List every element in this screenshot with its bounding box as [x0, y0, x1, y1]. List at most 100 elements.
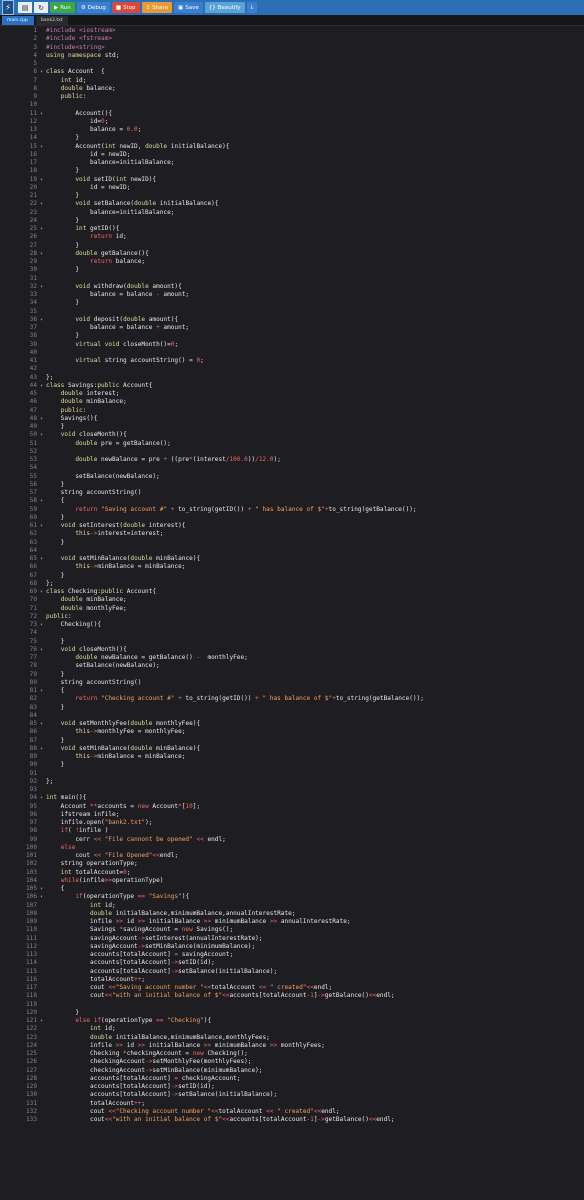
- code-line[interactable]: 7 int id;: [0, 77, 584, 85]
- code-line[interactable]: 54: [0, 464, 584, 472]
- code-line[interactable]: 70 double minBalance;: [0, 596, 584, 604]
- code-line[interactable]: 36 ▾ void deposit(double amount){: [0, 316, 584, 324]
- code-line[interactable]: 98 if( !infile ): [0, 827, 584, 835]
- code-line[interactable]: 75 }: [0, 638, 584, 646]
- code-line[interactable]: 34 }: [0, 299, 584, 307]
- code-line[interactable]: 14 }: [0, 134, 584, 142]
- code-line[interactable]: 122 int id;: [0, 1025, 584, 1033]
- code-line[interactable]: 13 balance = 0.0;: [0, 126, 584, 134]
- code-line[interactable]: 78 setBalance(newBalance);: [0, 662, 584, 670]
- code-line[interactable]: 128 accounts[totalAccount] = checkingAcc…: [0, 1075, 584, 1083]
- code-line[interactable]: 68};: [0, 580, 584, 588]
- code-line[interactable]: 72 public:: [0, 613, 584, 621]
- code-editor[interactable]: 1 #include <iostream> 2 #include <fstream> 3…: [0, 27, 584, 1200]
- code-line[interactable]: 81 ▾ {: [0, 687, 584, 695]
- code-line[interactable]: 108 double initialBalance,minimumBalance…: [0, 910, 584, 918]
- code-line[interactable]: 87 }: [0, 737, 584, 745]
- code-line[interactable]: 109 infile >> id >> initialBalance >> mi…: [0, 918, 584, 926]
- code-line[interactable]: 38 }: [0, 332, 584, 340]
- save-button[interactable]: ▣ Save: [174, 2, 203, 13]
- code-line[interactable]: 23 balance=initialBalance;: [0, 209, 584, 217]
- code-line[interactable]: 111 savingAccount->setInterest(annualInt…: [0, 935, 584, 943]
- code-line[interactable]: 50 ▾ void closeMonth(){: [0, 431, 584, 439]
- code-line[interactable]: 56 }: [0, 481, 584, 489]
- code-line[interactable]: 130 accounts[totalAccount]->setBalance(i…: [0, 1091, 584, 1099]
- code-line[interactable]: 105 ▾ {: [0, 885, 584, 893]
- code-line[interactable]: 17 balance=initialBalance;: [0, 159, 584, 167]
- code-line[interactable]: 82 return "Checking account #" + to_stri…: [0, 695, 584, 703]
- code-line[interactable]: 21 }: [0, 192, 584, 200]
- code-line[interactable]: 69 ▾ class Checking:public Account{: [0, 588, 584, 596]
- code-line[interactable]: 94 ▾ int main(){: [0, 794, 584, 802]
- code-line[interactable]: 42: [0, 365, 584, 373]
- run-button[interactable]: ▶ Run: [50, 2, 75, 13]
- code-line[interactable]: 66 this->minBalance = minBalance;: [0, 563, 584, 571]
- code-line[interactable]: 118 cout<<"with an initial balance of $"…: [0, 992, 584, 1000]
- code-line[interactable]: 80 string accountString(): [0, 679, 584, 687]
- code-line[interactable]: 4 using namespace std;: [0, 52, 584, 60]
- code-line[interactable]: 53 double newBalance = pre + ((pre*(inte…: [0, 456, 584, 464]
- code-line[interactable]: 77 double newBalance = getBalance() - mo…: [0, 654, 584, 662]
- code-line[interactable]: 49 }: [0, 423, 584, 431]
- beautify-button[interactable]: {} Beautify: [204, 2, 245, 13]
- code-line[interactable]: 110 Savings *savingAccount = new Savings…: [0, 926, 584, 934]
- code-line[interactable]: 73 ▾ Checking(){: [0, 621, 584, 629]
- code-line[interactable]: 59 return "Saving account #" + to_string…: [0, 506, 584, 514]
- code-line[interactable]: 52: [0, 448, 584, 456]
- new-file-button[interactable]: ▤: [18, 2, 32, 13]
- tab-main-cpp[interactable]: main.cpp: [2, 16, 34, 25]
- code-line[interactable]: 74: [0, 629, 584, 637]
- code-line[interactable]: 55 setBalance(newBalance);: [0, 473, 584, 481]
- code-line[interactable]: 100 else: [0, 844, 584, 852]
- share-button[interactable]: ⇪ Share: [141, 2, 173, 13]
- code-line[interactable]: 2 #include <fstream>: [0, 35, 584, 43]
- code-line[interactable]: 35: [0, 308, 584, 316]
- code-line[interactable]: 114 accounts[totalAccount]->setID(id);: [0, 959, 584, 967]
- code-line[interactable]: 58 ▾ {: [0, 497, 584, 505]
- code-line[interactable]: 60 }: [0, 514, 584, 522]
- code-line[interactable]: 85 ▾ void setMonthlyFee(double monthlyFee…: [0, 720, 584, 728]
- code-line[interactable]: 19 ▾ void setID(int newID){: [0, 176, 584, 184]
- code-line[interactable]: 46 double minBalance;: [0, 398, 584, 406]
- code-line[interactable]: 33 balance = balance - amount;: [0, 291, 584, 299]
- code-line[interactable]: 92};: [0, 778, 584, 786]
- code-line[interactable]: 133 cout<<"with an initial balance of $"…: [0, 1116, 584, 1124]
- code-line[interactable]: 64: [0, 547, 584, 555]
- code-line[interactable]: 57 string accountString(): [0, 489, 584, 497]
- code-line[interactable]: 115 accounts[totalAccount]->setBalance(i…: [0, 968, 584, 976]
- code-line[interactable]: 97 infile.open("bank2.txt");: [0, 819, 584, 827]
- code-line[interactable]: 132 cout <<"Checking account number "<<t…: [0, 1108, 584, 1116]
- code-line[interactable]: 79 }: [0, 671, 584, 679]
- code-line[interactable]: 96 ifstream infile;: [0, 811, 584, 819]
- code-line[interactable]: 41 virtual string accountString() = 0;: [0, 357, 584, 365]
- code-line[interactable]: 91: [0, 770, 584, 778]
- code-line[interactable]: 71 double monthlyFee;: [0, 605, 584, 613]
- code-line[interactable]: 106 ▾ if(operationType == "Savings"){: [0, 893, 584, 901]
- stop-button[interactable]: ■ Stop: [111, 2, 140, 13]
- code-line[interactable]: 120 }: [0, 1009, 584, 1017]
- code-line[interactable]: 83 }: [0, 704, 584, 712]
- code-line[interactable]: 86 this->monthlyFee = monthlyFee;: [0, 728, 584, 736]
- code-line[interactable]: 9 public:: [0, 93, 584, 101]
- code-line[interactable]: 44 ▾ class Savings:public Account{: [0, 382, 584, 390]
- tab-bank2-txt[interactable]: bank2.txt: [36, 16, 68, 25]
- open-button[interactable]: ↻: [34, 2, 48, 13]
- code-line[interactable]: 1 #include <iostream>: [0, 27, 584, 35]
- code-line[interactable]: 102 string operationType;: [0, 860, 584, 868]
- code-line[interactable]: 127 checkingAccount->setMinBalance(minim…: [0, 1067, 584, 1075]
- code-line[interactable]: 5: [0, 60, 584, 68]
- code-line[interactable]: 40: [0, 349, 584, 357]
- code-line[interactable]: 88 ▾ void setMinBalance(double minBalance…: [0, 745, 584, 753]
- code-line[interactable]: 99 cerr << "File cannont be opened" << e…: [0, 836, 584, 844]
- code-line[interactable]: 89 this->minBalance = minBalance;: [0, 753, 584, 761]
- code-line[interactable]: 43};: [0, 374, 584, 382]
- code-line[interactable]: 113 accounts[totalAccount] = savingAccou…: [0, 951, 584, 959]
- code-line[interactable]: 28 ▾ double getBalance(){: [0, 250, 584, 258]
- code-line[interactable]: 32 ▾ void withdraw(double amount){: [0, 283, 584, 291]
- code-line[interactable]: 103 int totalAccount=0;: [0, 869, 584, 877]
- code-line[interactable]: 104 while(infile>>operationType): [0, 877, 584, 885]
- code-line[interactable]: 6 ▾ class Account {: [0, 68, 584, 76]
- code-line[interactable]: 129 accounts[totalAccount]->setID(id);: [0, 1083, 584, 1091]
- code-line[interactable]: 101 cout << "File Opened"<<endl;: [0, 852, 584, 860]
- code-line[interactable]: 76 ▾ void closeMonth(){: [0, 646, 584, 654]
